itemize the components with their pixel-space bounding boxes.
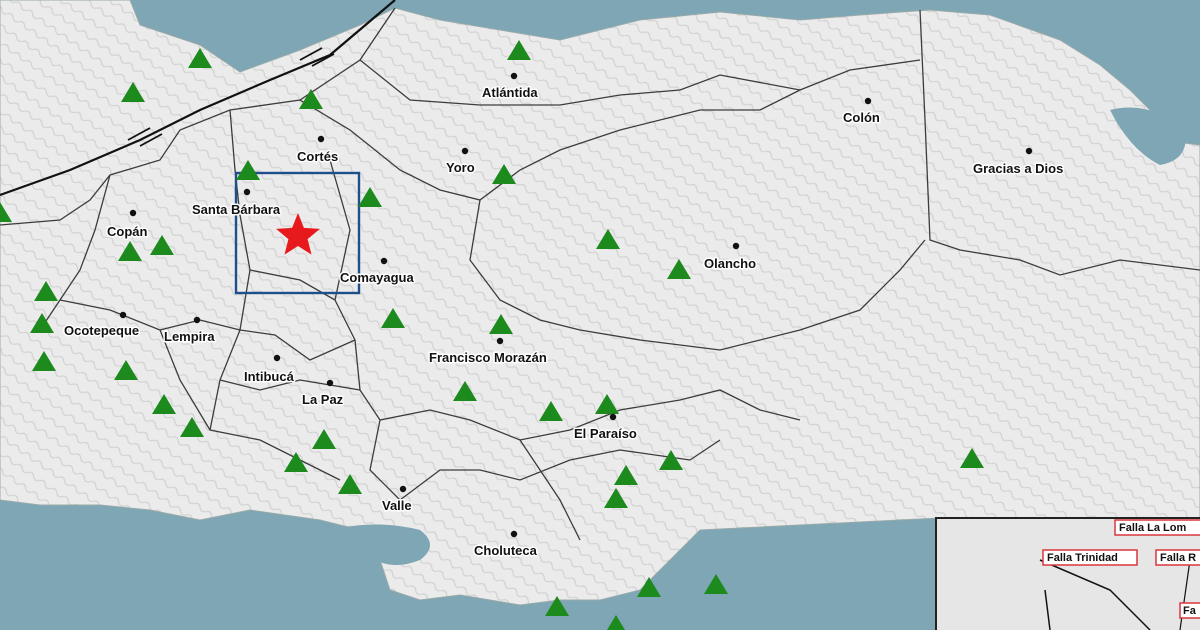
capital-dot-icon <box>1025 147 1033 155</box>
label-ocotepeque: Ocotepeque <box>64 323 139 338</box>
capital-dot-icon <box>380 257 388 265</box>
label-gracias-a-dios: Gracias a Dios <box>973 161 1063 176</box>
label-francisco-morazan: Francisco Morazán <box>429 350 547 365</box>
capital-dot-icon <box>461 147 469 155</box>
label-olancho: Olancho <box>704 256 756 271</box>
capital-dot-icon <box>317 135 325 143</box>
capital-dot-icon <box>326 379 334 387</box>
fault-label-r: Falla R <box>1160 552 1196 564</box>
label-colon: Colón <box>843 110 880 125</box>
capital-dot-icon <box>119 311 127 319</box>
label-intibuca: Intibucá <box>244 369 295 384</box>
capital-dot-icon <box>193 316 201 324</box>
label-valle: Valle <box>382 498 412 513</box>
fault-inset: Falla La Lom Falla Trinidad Falla R Fa <box>935 517 1200 630</box>
label-yoro: Yoro <box>446 160 475 175</box>
capital-dot-icon <box>273 354 281 362</box>
capital-dot-icon <box>496 337 504 345</box>
capital-dot-icon <box>510 530 518 538</box>
label-comayagua: Comayagua <box>340 270 414 285</box>
capital-dot-icon <box>510 72 518 80</box>
label-copan: Copán <box>107 224 148 239</box>
capital-dot-icon <box>732 242 740 250</box>
label-la-paz: La Paz <box>302 392 344 407</box>
fault-label-partial: Fa <box>1183 605 1197 617</box>
label-el-paraiso: El Paraíso <box>574 426 637 441</box>
label-santa-barbara: Santa Bárbara <box>192 202 281 217</box>
label-lempira: Lempira <box>164 329 215 344</box>
capital-dot-icon <box>609 413 617 421</box>
capital-dot-icon <box>243 188 251 196</box>
label-atlantida: Atlántida <box>482 85 538 100</box>
capital-dot-icon <box>399 485 407 493</box>
capital-dot-icon <box>864 97 872 105</box>
label-cortes: Cortés <box>297 149 338 164</box>
honduras-seismic-map: Atlántida Colón Gracias a Dios Cortés Yo… <box>0 0 1200 630</box>
fault-label-trinidad: Falla Trinidad <box>1047 552 1118 564</box>
capital-dot-icon <box>129 209 137 217</box>
fault-label-la-loma: Falla La Lom <box>1119 522 1186 534</box>
label-choluteca: Choluteca <box>474 543 538 558</box>
